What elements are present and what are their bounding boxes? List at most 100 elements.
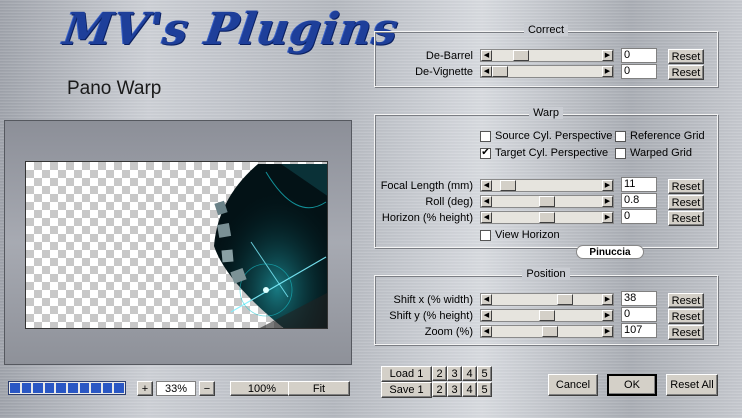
preview-canvas[interactable] [25,161,328,329]
checkbox-box[interactable]: ✔ [480,147,491,159]
position-group-title: Position [522,268,570,280]
pano-warp-dialog: MV's Plugins Pano Warp + 33% − 100% Fit … [0,0,742,418]
shift-y-value[interactable]: 0 [621,307,657,322]
slider-right-arrow-icon[interactable]: ▶ [602,50,613,61]
load-preset-1-button[interactable]: Load 1 [381,366,432,382]
slider-thumb[interactable] [539,310,555,321]
zoom-reset-button[interactable]: Reset [668,325,704,340]
warped-grid-checkbox[interactable]: Warped Grid [615,147,692,159]
checkbox-box[interactable] [480,229,491,241]
slider-left-arrow-icon[interactable]: ◀ [481,212,492,223]
shift-x-label: Shift x (% width) [393,294,473,306]
slider-thumb[interactable] [492,66,508,77]
roll-label: Roll (deg) [425,196,473,208]
reference-grid-checkbox[interactable]: Reference Grid [615,130,705,142]
slider-right-arrow-icon[interactable]: ▶ [602,66,613,77]
slider-thumb[interactable] [500,180,516,191]
slider-right-arrow-icon[interactable]: ▶ [602,196,613,207]
slider-thumb[interactable] [539,196,555,207]
slider-right-arrow-icon[interactable]: ▶ [602,294,613,305]
preview-panel[interactable] [4,120,352,365]
zoom-slider[interactable]: ◀ ▶ [480,325,614,338]
roll-value[interactable]: 0.8 [621,193,657,208]
slider-thumb[interactable] [542,326,558,337]
load-preset-3-button[interactable]: 3 [447,366,462,381]
shift-x-reset-button[interactable]: Reset [668,293,704,308]
slider-right-arrow-icon[interactable]: ▶ [602,212,613,223]
de-vignette-slider[interactable]: ◀ ▶ [480,65,614,78]
shift-x-value[interactable]: 38 [621,291,657,306]
ok-button[interactable]: OK [607,374,657,396]
shift-y-reset-button[interactable]: Reset [668,309,704,324]
zoom-out-button[interactable]: − [199,381,215,396]
slider-right-arrow-icon[interactable]: ▶ [602,326,613,337]
shift-x-slider[interactable]: ◀ ▶ [480,293,614,306]
zoom-label: Zoom (%) [424,326,473,338]
slider-left-arrow-icon[interactable]: ◀ [481,326,492,337]
plugin-logo: MV's Plugins [60,4,403,55]
de-vignette-value[interactable]: 0 [621,64,657,79]
progress-segment [44,383,55,393]
horizon-reset-button[interactable]: Reset [668,211,704,226]
checkbox-box[interactable] [615,147,626,159]
de-barrel-label: De-Barrel [425,50,473,62]
de-vignette-reset-button[interactable]: Reset [668,65,704,80]
save-preset-3-button[interactable]: 3 [447,382,462,397]
save-preset-4-button[interactable]: 4 [462,382,477,397]
shift-y-slider[interactable]: ◀ ▶ [480,309,614,322]
correct-group-title: Correct [523,24,569,36]
load-preset-2-button[interactable]: 2 [432,366,447,381]
slider-thumb[interactable] [557,294,573,305]
zoom-100-button[interactable]: 100% [230,381,294,396]
progress-segment [33,383,43,393]
roll-reset-button[interactable]: Reset [668,195,704,210]
reset-all-button[interactable]: Reset All [666,374,718,396]
slider-right-arrow-icon[interactable]: ▶ [602,180,613,191]
view-horizon-checkbox[interactable]: View Horizon [480,229,560,241]
save-preset-2-button[interactable]: 2 [432,382,447,397]
progress-segment [10,383,20,393]
slider-left-arrow-icon[interactable]: ◀ [481,50,492,61]
focal-length-slider[interactable]: ◀ ▶ [480,179,614,192]
slider-right-arrow-icon[interactable]: ▶ [602,310,613,321]
checkbox-box[interactable] [615,130,626,142]
slider-left-arrow-icon[interactable]: ◀ [481,310,492,321]
progress-segment [21,383,32,393]
slider-thumb[interactable] [539,212,555,223]
target-cyl-perspective-checkbox[interactable]: ✔ Target Cyl. Perspective [480,147,608,159]
zoom-in-button[interactable]: + [137,381,153,396]
save-preset-5-button[interactable]: 5 [477,382,492,397]
zoom-level: 33% [156,381,196,396]
cancel-button[interactable]: Cancel [548,374,598,396]
de-vignette-label: De-Vignette [415,66,473,78]
source-cyl-perspective-checkbox[interactable]: Source Cyl. Perspective [480,130,612,142]
save-preset-1-button[interactable]: Save 1 [381,382,432,398]
checkbox-box[interactable] [480,130,491,142]
progress-segment [91,383,101,393]
progress-bar [8,381,126,395]
progress-segment [67,383,78,393]
focal-length-label: Focal Length (mm) [380,180,473,192]
author-badge: Pinuccia [576,245,644,259]
shift-y-label: Shift y (% height) [389,310,473,322]
focal-length-reset-button[interactable]: Reset [668,179,704,194]
progress-segment [56,383,66,393]
load-preset-4-button[interactable]: 4 [462,366,477,381]
zoom-fit-button[interactable]: Fit [288,381,350,396]
progress-segment [102,383,113,393]
load-preset-5-button[interactable]: 5 [477,366,492,381]
focal-length-value[interactable]: 11 [621,177,657,192]
progress-segment [79,383,90,393]
de-barrel-value[interactable]: 0 [621,48,657,63]
slider-left-arrow-icon[interactable]: ◀ [481,294,492,305]
roll-slider[interactable]: ◀ ▶ [480,195,614,208]
slider-thumb[interactable] [513,50,529,61]
de-barrel-reset-button[interactable]: Reset [668,49,704,64]
de-barrel-slider[interactable]: ◀ ▶ [480,49,614,62]
horizon-slider[interactable]: ◀ ▶ [480,211,614,224]
horizon-value[interactable]: 0 [621,209,657,224]
slider-left-arrow-icon[interactable]: ◀ [481,66,492,77]
zoom-value[interactable]: 107 [621,323,657,338]
slider-left-arrow-icon[interactable]: ◀ [481,196,492,207]
slider-left-arrow-icon[interactable]: ◀ [481,180,492,191]
